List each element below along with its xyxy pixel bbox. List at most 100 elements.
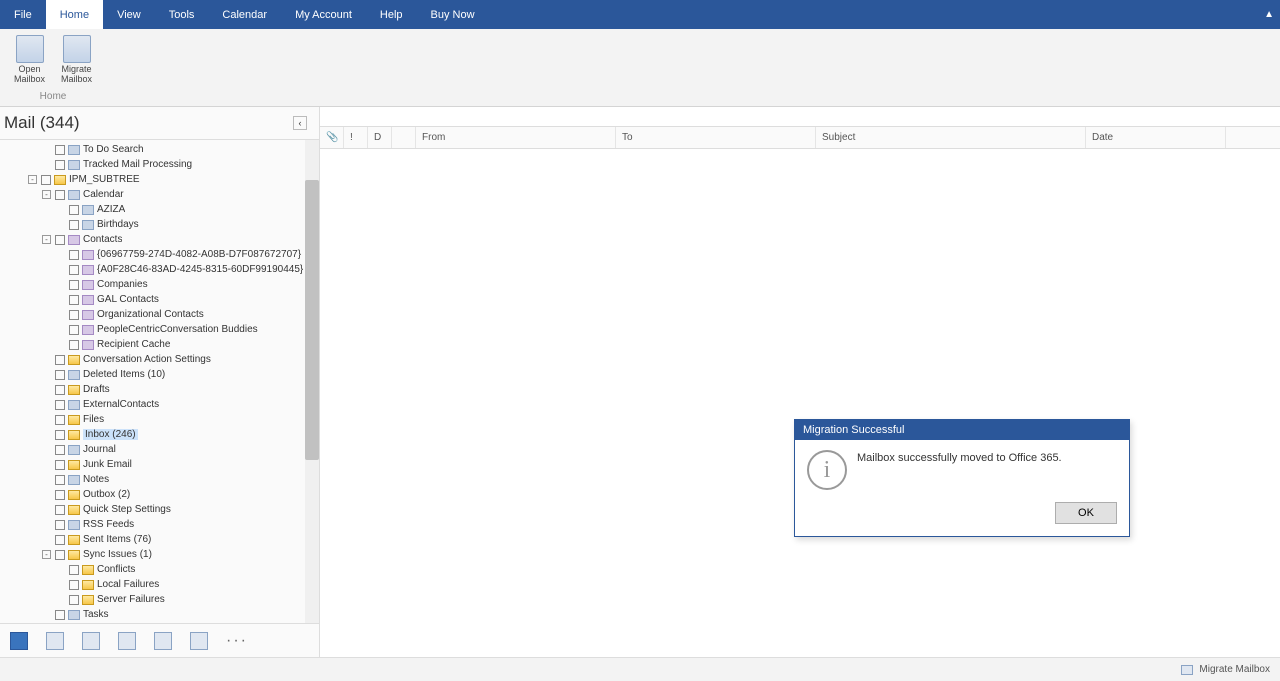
scrollbar-thumb[interactable] [305,180,319,460]
tree-item[interactable]: Organizational Contacts [0,307,319,322]
tree-item[interactable]: -Calendar [0,187,319,202]
tree-checkbox[interactable] [55,460,65,470]
tree-checkbox[interactable] [69,580,79,590]
tree-checkbox[interactable] [69,265,79,275]
tree-item[interactable]: ExternalContacts [0,397,319,412]
tree-checkbox[interactable] [69,565,79,575]
tree-item[interactable]: -Sync Issues (1) [0,547,319,562]
people-nav-icon[interactable] [82,632,100,650]
menu-tab-my-account[interactable]: My Account [281,0,366,29]
folders-nav-icon[interactable] [190,632,208,650]
scrollbar-track[interactable] [305,140,319,623]
menu-tab-calendar[interactable]: Calendar [208,0,281,29]
tree-item[interactable]: GAL Contacts [0,292,319,307]
collapse-icon[interactable]: - [42,190,51,199]
tree-item[interactable]: Notes [0,472,319,487]
tree-checkbox[interactable] [69,205,79,215]
tree-item[interactable]: Outbox (2) [0,487,319,502]
tree-checkbox[interactable] [55,475,65,485]
collapse-icon[interactable]: - [28,175,37,184]
tree-item[interactable]: Recipient Cache [0,337,319,352]
chevron-up-icon[interactable]: ▲ [1264,9,1274,20]
menu-tab-home[interactable]: Home [46,0,103,29]
col-date[interactable]: Date [1086,127,1226,148]
tree-checkbox[interactable] [69,250,79,260]
tree-item[interactable]: Journal [0,442,319,457]
tree-item[interactable]: -IPM_SUBTREE [0,172,319,187]
tree-item[interactable]: {06967759-274D-4082-A08B-D7F087672707} [0,247,319,262]
tree-checkbox[interactable] [55,535,65,545]
col-subject[interactable]: Subject [816,127,1086,148]
tree-item[interactable]: Conflicts [0,562,319,577]
tree-item[interactable]: AZIZA [0,202,319,217]
tree-item[interactable]: Deleted Items (10) [0,367,319,382]
tree-checkbox[interactable] [69,280,79,290]
tree-checkbox[interactable] [69,310,79,320]
tree-item[interactable]: Sent Items (76) [0,532,319,547]
collapse-icon[interactable]: - [42,235,51,244]
tree-item[interactable]: Quick Step Settings [0,502,319,517]
collapse-icon[interactable]: - [42,550,51,559]
tree-checkbox[interactable] [55,550,65,560]
tree-checkbox[interactable] [55,235,65,245]
open-mailbox-button[interactable]: OpenMailbox [8,33,51,87]
tree-item[interactable]: Local Failures [0,577,319,592]
tree-checkbox[interactable] [55,145,65,155]
migrate-mailbox-button[interactable]: MigrateMailbox [55,33,98,87]
tree-checkbox[interactable] [55,190,65,200]
tree-checkbox[interactable] [41,175,51,185]
ok-button[interactable]: OK [1055,502,1117,524]
grid-body[interactable]: Migration Successful i Mailbox successfu… [320,149,1280,657]
tree-item[interactable]: Files [0,412,319,427]
menu-tab-tools[interactable]: Tools [155,0,209,29]
mail-nav-icon[interactable] [10,632,28,650]
tree-item[interactable]: {A0F28C46-83AD-4245-8315-60DF99190445} [0,262,319,277]
tree-checkbox[interactable] [55,160,65,170]
menu-tab-help[interactable]: Help [366,0,417,29]
tree-checkbox[interactable] [55,610,65,620]
tree-checkbox[interactable] [55,400,65,410]
tree-item[interactable]: Tasks [0,607,319,622]
notes-nav-icon[interactable] [154,632,172,650]
tree-checkbox[interactable] [55,370,65,380]
tree-checkbox[interactable] [55,520,65,530]
tasks-nav-icon[interactable] [118,632,136,650]
tree-checkbox[interactable] [69,595,79,605]
tree-item[interactable]: RSS Feeds [0,517,319,532]
calendar-nav-icon[interactable] [46,632,64,650]
tree-checkbox[interactable] [69,220,79,230]
menu-tab-view[interactable]: View [103,0,155,29]
tree-checkbox[interactable] [55,445,65,455]
tree-item[interactable]: Inbox (246) [0,427,319,442]
tree-checkbox[interactable] [55,385,65,395]
more-nav-button[interactable]: ··· [226,632,248,650]
tree-item[interactable]: Conversation Action Settings [0,352,319,367]
folder-tree[interactable]: To Do SearchTracked Mail Processing-IPM_… [0,140,319,623]
tree-item[interactable]: -Contacts [0,232,319,247]
menu-tab-buy-now[interactable]: Buy Now [417,0,489,29]
tree-item[interactable]: Tracked Mail Processing [0,157,319,172]
tree-item[interactable]: Junk Email [0,457,319,472]
tree-checkbox[interactable] [69,340,79,350]
collapse-sidebar-button[interactable]: ‹ [293,116,307,130]
col-flag[interactable] [392,127,416,148]
tree-item[interactable]: To Do Search [0,142,319,157]
tree-checkbox[interactable] [55,355,65,365]
col-importance[interactable]: ! [344,127,368,148]
tree-checkbox[interactable] [55,490,65,500]
tree-checkbox[interactable] [69,295,79,305]
tree-checkbox[interactable] [55,415,65,425]
col-d[interactable]: D [368,127,392,148]
tree-item[interactable]: Server Failures [0,592,319,607]
tree-checkbox[interactable] [55,430,65,440]
tree-checkbox[interactable] [69,325,79,335]
menu-tab-file[interactable]: File [0,0,46,29]
col-from[interactable]: From [416,127,616,148]
tree-checkbox[interactable] [55,505,65,515]
col-to[interactable]: To [616,127,816,148]
col-attachment[interactable]: 📎 [320,127,344,148]
tree-item[interactable]: Drafts [0,382,319,397]
tree-item[interactable]: PeopleCentricConversation Buddies [0,322,319,337]
tree-item[interactable]: Companies [0,277,319,292]
tree-item[interactable]: Birthdays [0,217,319,232]
